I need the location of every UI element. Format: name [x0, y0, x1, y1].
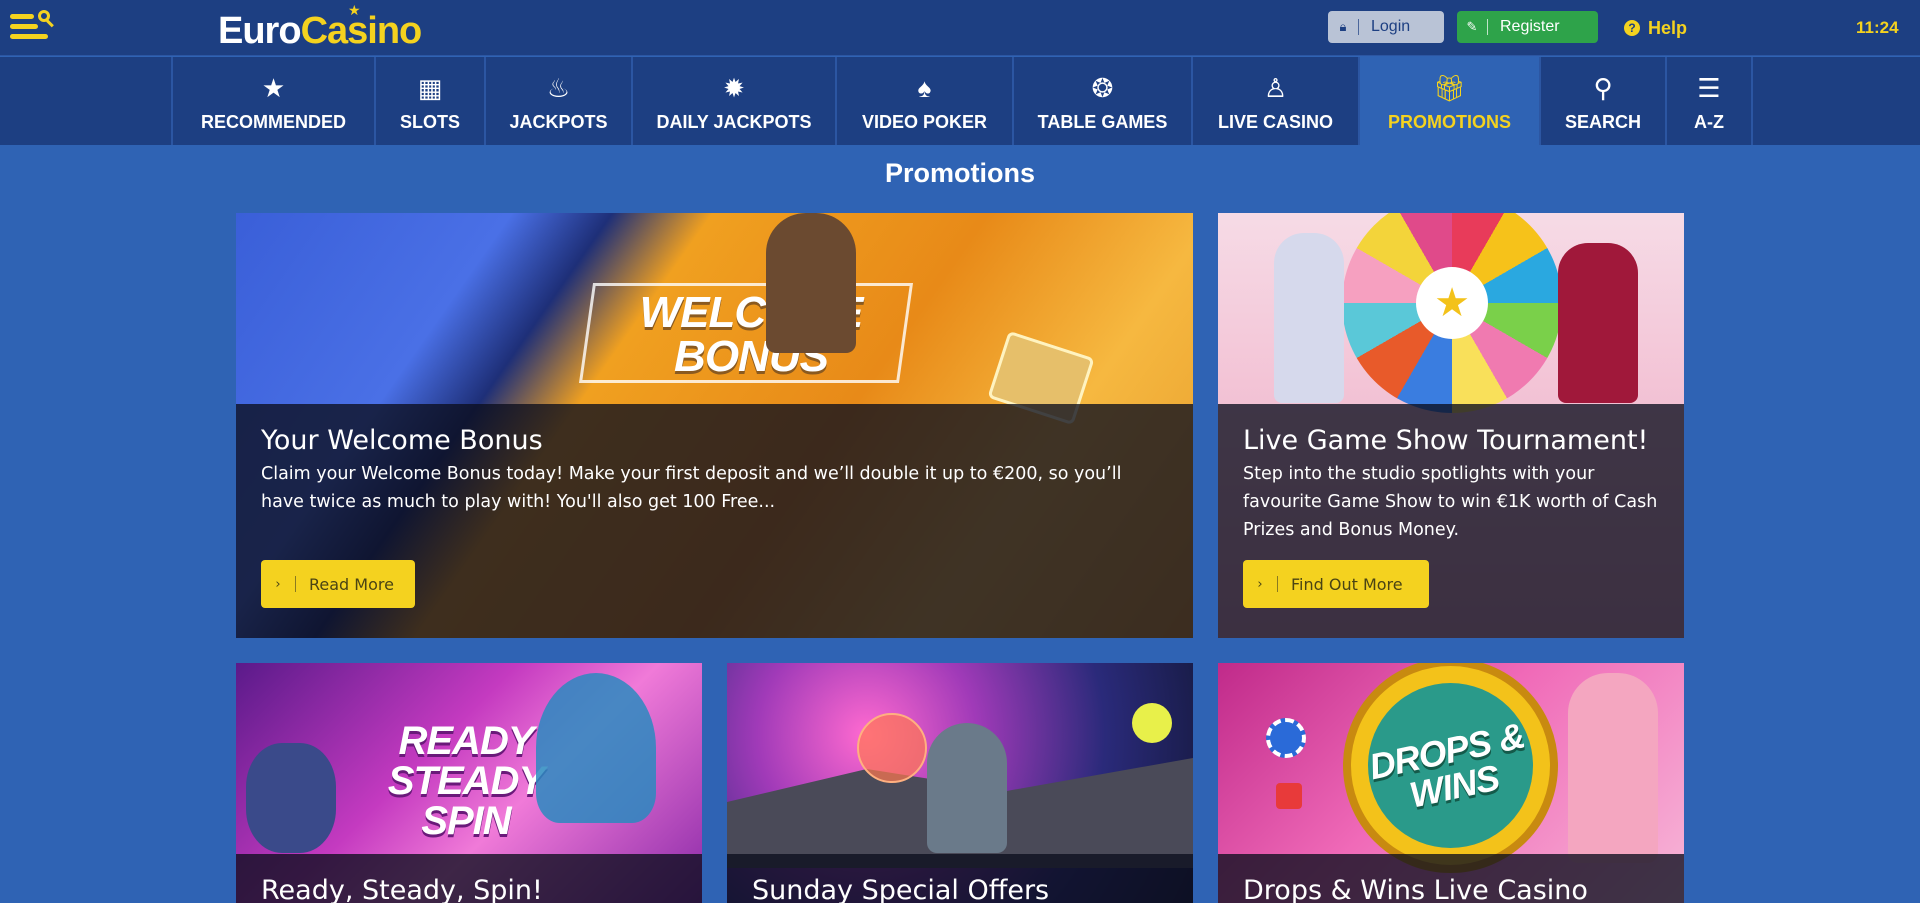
star-icon: ★	[261, 72, 286, 103]
logo-casino: Casino	[300, 10, 423, 52]
tab-label: SLOTS	[399, 111, 460, 132]
slot-machine-icon: ▦	[417, 72, 443, 103]
promo-title: Sunday Special Offers	[752, 875, 1050, 903]
promo-description: Claim your Welcome Bonus today! Make you…	[261, 464, 1122, 512]
tab-table-games[interactable]: ❂ TABLE GAMES	[1014, 57, 1193, 145]
tab-search[interactable]: ⚲ SEARCH	[1541, 57, 1667, 145]
tab-label: A-Z	[1694, 111, 1724, 132]
login-button[interactable]: 🔒︎ Login	[1328, 11, 1444, 43]
read-more-button[interactable]: › Read More	[261, 560, 415, 608]
help-icon: ?	[1624, 20, 1640, 36]
tab-label: JACKPOTS	[509, 111, 608, 132]
logo-euro: Euro	[218, 10, 302, 52]
login-label: Login	[1371, 18, 1411, 35]
tab-a-z[interactable]: ☰ A-Z	[1667, 57, 1753, 145]
promo-card-game-show-tournament[interactable]: ★ Live Game Show Tournament! Step into t…	[1218, 213, 1684, 638]
tab-slots[interactable]: ▦ SLOTS	[376, 57, 486, 145]
tab-daily-jackpots[interactable]: ✹ DAILY JACKPOTS	[633, 57, 837, 145]
tab-jackpots[interactable]: ♨ JACKPOTS	[486, 57, 633, 145]
promo-title: Your Welcome Bonus	[261, 425, 543, 456]
promo-description: Step into the studio spotlights with you…	[1243, 464, 1658, 540]
eurocasino-logo[interactable]: EuroCasino ★	[218, 2, 423, 52]
tab-recommended[interactable]: ★ RECOMMENDED	[173, 57, 376, 145]
pencil-icon: ✎	[1466, 19, 1478, 34]
top-bar: EuroCasino ★ 🔒︎ Login ✎ Register ? Help …	[0, 0, 1920, 56]
promo-title: Live Game Show Tournament!	[1243, 425, 1649, 456]
a-z-list-icon: ☰	[1697, 72, 1721, 103]
promo-card-ready-steady-spin[interactable]: READY STEADY SPIN Ready, Steady, Spin!	[236, 663, 702, 903]
tab-label: LIVE CASINO	[1217, 111, 1333, 132]
help-label: Help	[1648, 17, 1688, 38]
tab-label: PROMOTIONS	[1387, 111, 1511, 132]
tab-label: DAILY JACKPOTS	[656, 111, 812, 132]
tab-label: SEARCH	[1564, 111, 1641, 132]
chevron-right-icon: ›	[275, 576, 281, 592]
cta-label: Read More	[309, 574, 394, 594]
promo-card-drops-wins[interactable]: DROPS & WINS Drops & Wins Live Casino	[1218, 663, 1684, 903]
spade-icon: ♠	[917, 72, 932, 103]
logo-star-icon: ★	[348, 2, 361, 18]
menu-search-icon[interactable]	[10, 10, 52, 42]
lock-icon: 🔒︎	[1339, 19, 1347, 34]
money-bag-icon: ♨	[546, 72, 571, 103]
page-title: Promotions	[884, 158, 1035, 188]
clock: 11:24	[1856, 18, 1899, 37]
dealer-icon: ♙	[1263, 72, 1288, 103]
find-out-more-button[interactable]: › Find Out More	[1243, 560, 1429, 608]
daily-jackpot-icon: ✹	[723, 72, 745, 103]
category-nav: ★ RECOMMENDED ▦ SLOTS ♨ JACKPOTS ✹ DAILY…	[0, 57, 1920, 145]
promo-title: Ready, Steady, Spin!	[261, 875, 543, 903]
promo-title: Drops & Wins Live Casino	[1243, 875, 1588, 903]
roulette-icon: ❂	[1091, 72, 1114, 103]
tab-label: TABLE GAMES	[1037, 111, 1168, 132]
cta-label: Find Out More	[1291, 574, 1403, 594]
register-label: Register	[1500, 18, 1560, 35]
gift-icon: 🎁︎	[1432, 72, 1466, 103]
chevron-right-icon: ›	[1257, 576, 1263, 592]
search-icon: ⚲	[1593, 72, 1613, 103]
promo-card-sunday-special-offers[interactable]: Sunday Special Offers	[727, 663, 1193, 903]
tab-video-poker[interactable]: ♠ VIDEO POKER	[837, 57, 1014, 145]
register-button[interactable]: ✎ Register	[1457, 11, 1598, 43]
tab-label: RECOMMENDED	[200, 111, 346, 132]
promo-card-welcome-bonus[interactable]: WELCOME BONUS Your Welcome Bonus Claim y…	[236, 213, 1193, 638]
tab-live-casino[interactable]: ♙ LIVE CASINO	[1193, 57, 1360, 145]
help-link[interactable]: ? Help	[1624, 16, 1687, 40]
welcome-bonus-art-text: WELCOME BONUS	[639, 288, 864, 381]
tab-promotions[interactable]: 🎁︎ PROMOTIONS	[1360, 57, 1541, 145]
tab-label: VIDEO POKER	[861, 111, 988, 132]
